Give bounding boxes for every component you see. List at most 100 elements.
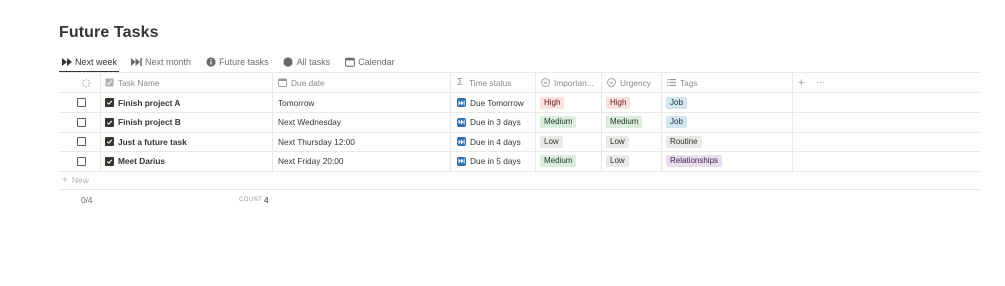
urgency-cell[interactable]: Low bbox=[606, 152, 629, 171]
checked-box-icon bbox=[105, 156, 114, 166]
view-tabs: Next week Next month Future tasks All ta… bbox=[59, 52, 407, 72]
time-status-text: Due in 4 days bbox=[470, 136, 521, 147]
due-date-cell[interactable]: Next Thursday 12:00 bbox=[278, 132, 355, 151]
column-header-done[interactable] bbox=[81, 73, 91, 92]
time-status-cell[interactable]: Due in 4 days bbox=[457, 132, 521, 151]
time-status-cell[interactable]: Due in 5 days bbox=[457, 152, 521, 171]
skip-forward-icon bbox=[457, 117, 466, 127]
skip-forward-icon bbox=[131, 57, 142, 68]
due-date-cell[interactable]: Next Friday 20:00 bbox=[278, 152, 343, 171]
task-name-cell[interactable]: Just a future task bbox=[105, 132, 187, 151]
list-icon bbox=[666, 78, 676, 88]
task-name-cell[interactable]: Finish project B bbox=[105, 113, 181, 132]
urgency-tag: Low bbox=[606, 135, 629, 148]
task-name-cell[interactable]: Meet Darius bbox=[105, 152, 165, 171]
table-header-row: Task Name Due date Σ Time status Importa… bbox=[59, 73, 980, 93]
due-date-cell[interactable]: Tomorrow bbox=[278, 93, 314, 112]
tags-cell[interactable]: Relationships bbox=[666, 152, 723, 171]
tab-future-tasks[interactable]: Future tasks bbox=[203, 53, 271, 71]
tags-cell[interactable]: Job bbox=[666, 113, 687, 132]
skip-forward-icon bbox=[457, 137, 466, 146]
due-date-text: Next Wednesday bbox=[278, 117, 342, 127]
time-status-text: Due in 3 days bbox=[470, 117, 521, 127]
new-row-button[interactable]: + New bbox=[59, 171, 980, 190]
checked-box-icon bbox=[105, 98, 114, 107]
done-checkbox[interactable] bbox=[77, 93, 86, 112]
task-name-cell[interactable]: Finish project A bbox=[105, 93, 180, 112]
due-date-text: Next Thursday 12:00 bbox=[278, 136, 355, 147]
column-header-importance[interactable]: Importan... bbox=[540, 73, 594, 92]
due-date-text: Next Friday 20:00 bbox=[278, 156, 344, 166]
count-label: COUNT bbox=[239, 197, 263, 203]
table-row[interactable]: Finish project B Next Wednesday Due in 3… bbox=[59, 112, 980, 133]
tab-label: All tasks bbox=[296, 57, 331, 67]
checkbox-icon bbox=[77, 137, 86, 146]
importance-cell[interactable]: Medium bbox=[540, 113, 577, 132]
table-row[interactable]: Just a future task Next Thursday 12:00 D… bbox=[59, 132, 980, 152]
more-options-button[interactable]: ··· bbox=[816, 73, 825, 92]
column-header-task-name[interactable]: Task Name bbox=[104, 73, 160, 92]
done-checkbox[interactable] bbox=[77, 113, 86, 132]
select-icon bbox=[606, 78, 616, 88]
importance-tag: Medium bbox=[540, 116, 577, 128]
checked-box-icon bbox=[105, 117, 114, 127]
time-status-cell[interactable]: Due Tomorrow bbox=[457, 93, 524, 112]
time-status-text: Due in 5 days bbox=[470, 156, 521, 166]
due-date-cell[interactable]: Next Wednesday bbox=[278, 113, 341, 132]
time-status-text: Due Tomorrow bbox=[470, 97, 524, 108]
formula-icon: Σ bbox=[456, 77, 464, 88]
tab-next-week[interactable]: Next week bbox=[59, 53, 119, 71]
skip-forward-icon bbox=[457, 98, 466, 107]
select-icon bbox=[540, 78, 550, 88]
count-value[interactable]: 4 bbox=[264, 195, 269, 205]
importance-cell[interactable]: Low bbox=[540, 132, 563, 151]
urgency-tag: High bbox=[606, 96, 631, 109]
new-row-label: New bbox=[71, 175, 89, 185]
urgency-cell[interactable]: High bbox=[606, 93, 631, 112]
fast-forward-icon bbox=[61, 57, 72, 68]
checkbox-icon bbox=[77, 156, 86, 166]
circle-icon bbox=[283, 57, 294, 68]
table-row[interactable]: Finish project A Tomorrow Due Tomorrow H… bbox=[59, 93, 980, 113]
tab-label: Next week bbox=[75, 57, 118, 67]
done-checkbox[interactable] bbox=[77, 132, 86, 151]
importance-tag: Medium bbox=[540, 155, 577, 167]
tab-all-tasks[interactable]: All tasks bbox=[281, 53, 333, 71]
task-name: Finish project B bbox=[118, 117, 181, 127]
column-header-tags[interactable]: Tags bbox=[666, 73, 698, 92]
importance-cell[interactable]: High bbox=[540, 93, 565, 112]
task-name: Meet Darius bbox=[118, 156, 166, 166]
tab-calendar[interactable]: Calendar bbox=[342, 53, 397, 71]
due-date-text: Tomorrow bbox=[278, 97, 315, 108]
tab-next-month[interactable]: Next month bbox=[129, 53, 193, 71]
checkbox-icon bbox=[77, 117, 86, 127]
checked-box-icon bbox=[105, 137, 114, 146]
importance-tag: Low bbox=[540, 135, 563, 148]
loading-icon bbox=[81, 78, 91, 88]
tag-chip: Job bbox=[666, 96, 687, 109]
tab-label: Next month bbox=[145, 57, 192, 67]
urgency-cell[interactable]: Medium bbox=[606, 113, 643, 132]
page-title: Future Tasks bbox=[59, 24, 159, 41]
plus-icon: + bbox=[62, 174, 68, 186]
tag-chip: Job bbox=[666, 116, 687, 128]
tab-label: Calendar bbox=[358, 57, 395, 67]
tag-chip: Routine bbox=[666, 135, 702, 148]
checkbox-icon bbox=[77, 98, 86, 107]
task-name: Just a future task bbox=[118, 136, 187, 147]
time-status-cell[interactable]: Due in 3 days bbox=[457, 113, 521, 132]
info-icon bbox=[205, 57, 216, 68]
task-name: Finish project A bbox=[118, 97, 181, 108]
urgency-cell[interactable]: Low bbox=[606, 132, 629, 151]
done-checkbox[interactable] bbox=[77, 152, 86, 171]
column-header-urgency[interactable]: Urgency bbox=[606, 73, 651, 92]
importance-cell[interactable]: Medium bbox=[540, 152, 577, 171]
column-header-due-date[interactable]: Due date bbox=[277, 73, 325, 92]
tags-cell[interactable]: Routine bbox=[666, 132, 702, 151]
add-column-button[interactable]: + bbox=[798, 73, 804, 92]
column-header-time-status[interactable]: Σ Time status bbox=[455, 73, 512, 92]
table-row[interactable]: Meet Darius Next Friday 20:00 Due in 5 d… bbox=[59, 151, 980, 172]
done-progress[interactable]: 0/4 bbox=[81, 195, 93, 205]
tags-cell[interactable]: Job bbox=[666, 93, 687, 112]
tab-label: Future tasks bbox=[219, 57, 269, 67]
